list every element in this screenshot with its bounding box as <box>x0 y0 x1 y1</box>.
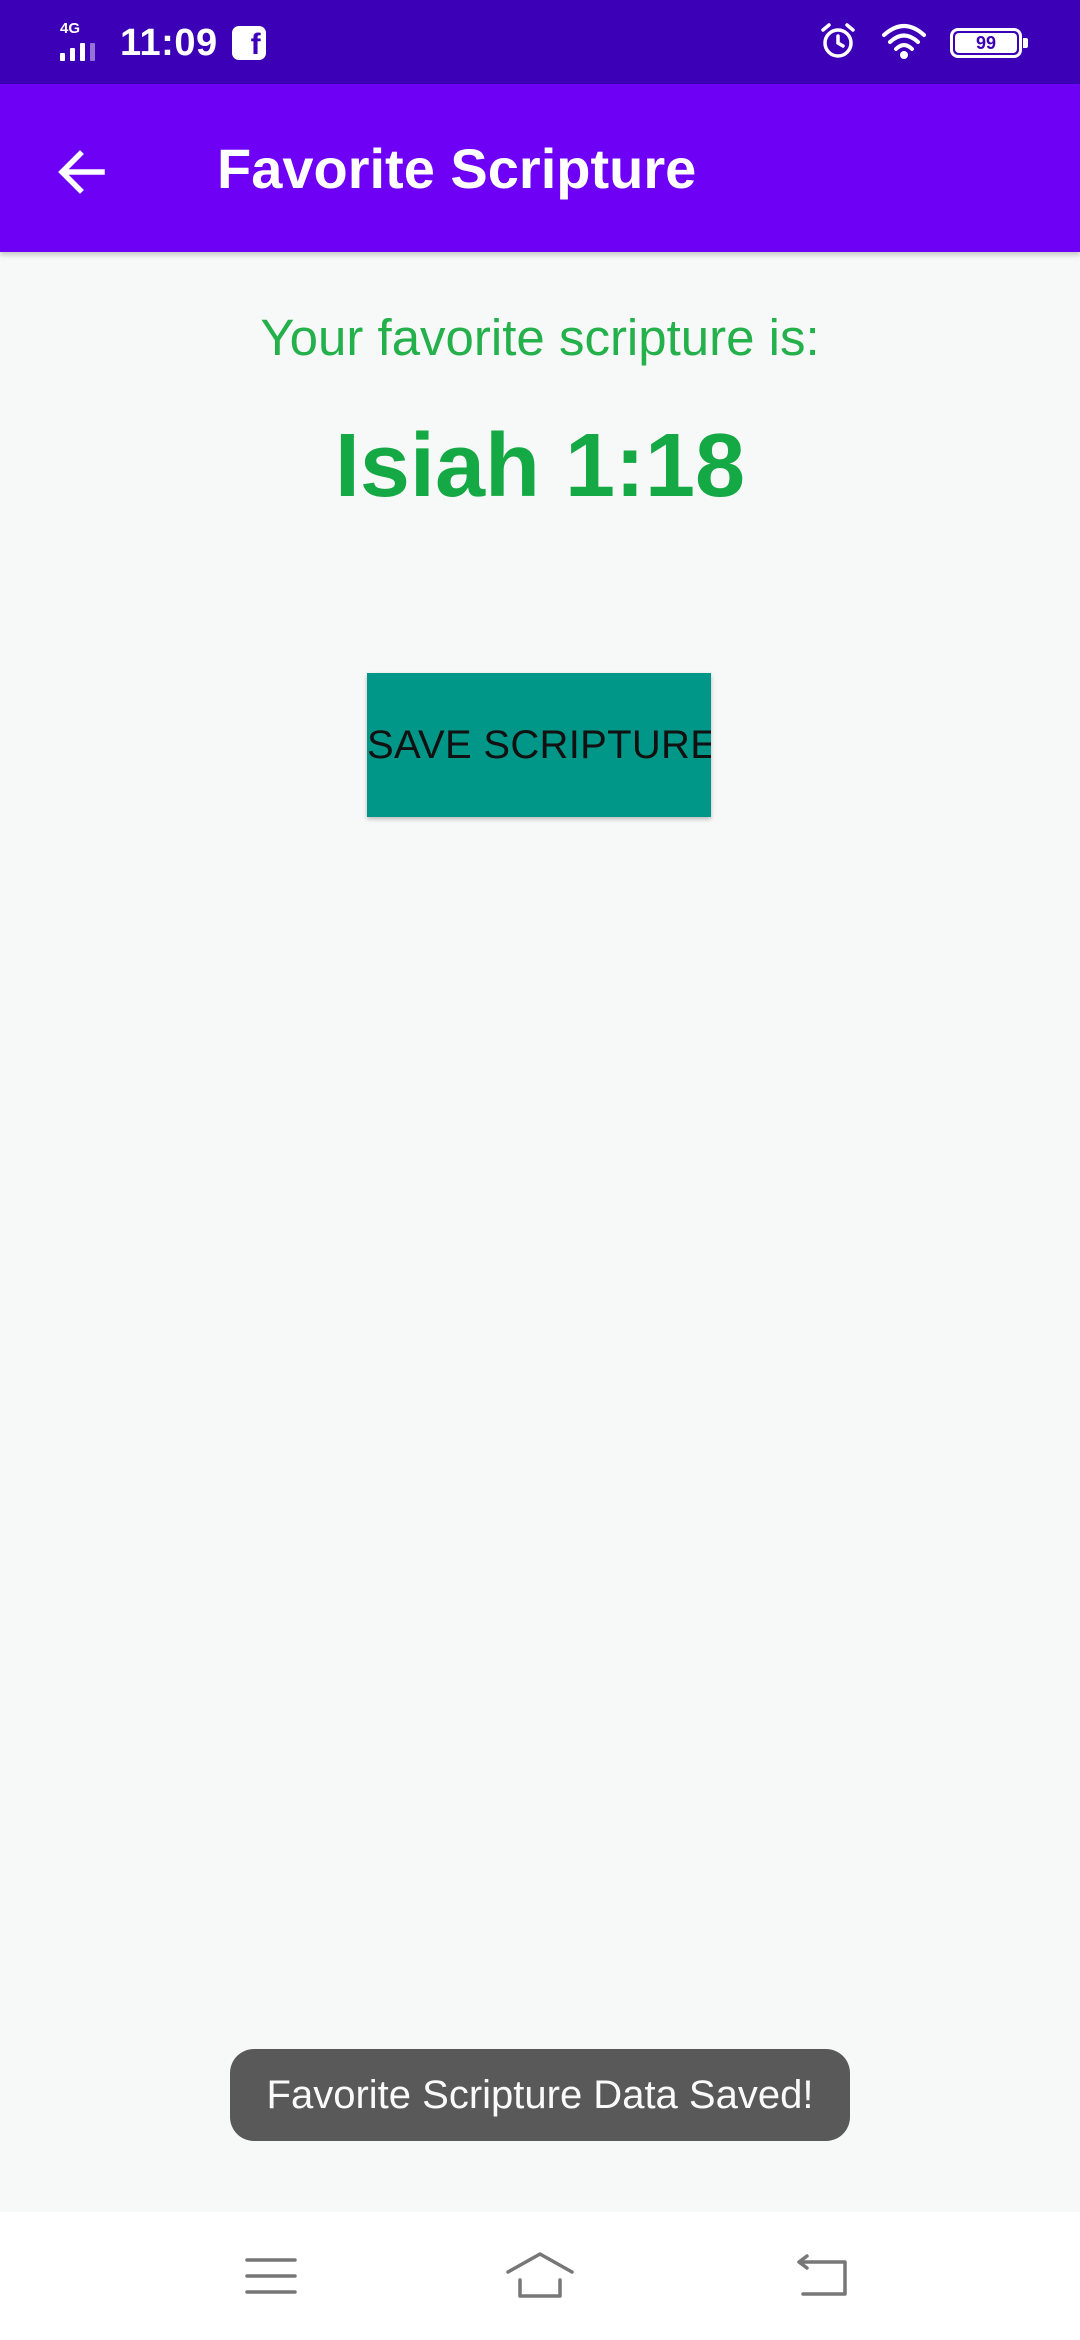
save-scripture-button[interactable]: SAVE SCRIPTURE <box>367 673 711 817</box>
network-type: 4G <box>60 20 81 37</box>
battery-level: 99 <box>975 33 997 53</box>
page-title: Favorite Scripture <box>217 137 697 200</box>
home-icon <box>506 2252 574 2298</box>
app-bar: Favorite Scripture <box>0 84 1080 252</box>
system-nav-bar <box>0 2212 1080 2340</box>
alarm-icon <box>818 21 858 66</box>
arrow-left-icon <box>58 150 105 194</box>
back-button[interactable] <box>34 124 130 220</box>
back-icon <box>797 2254 847 2296</box>
scripture-value: Isiah 1:18 <box>334 416 746 516</box>
facebook-icon <box>231 26 266 62</box>
screen: 4G 11:09 f 99 Favorite Scripture Your fa… <box>0 0 1080 2340</box>
system-back-button[interactable] <box>778 2236 868 2316</box>
battery-icon: 99 <box>950 28 1028 58</box>
signal-icon: 4G <box>58 19 106 67</box>
menu-icon <box>245 2258 297 2294</box>
status-right: 99 <box>818 18 1028 68</box>
favorite-label: Your favorite scripture is: <box>260 309 820 366</box>
status-bar: 4G 11:09 f 99 <box>0 0 1080 84</box>
clock: 11:09 <box>120 21 218 64</box>
status-left: 4G 11:09 <box>58 18 266 68</box>
home-button[interactable] <box>495 2236 585 2316</box>
wifi-icon <box>880 21 928 66</box>
menu-button[interactable] <box>226 2236 316 2316</box>
toast-message: Favorite Scripture Data Saved! <box>230 2049 850 2141</box>
